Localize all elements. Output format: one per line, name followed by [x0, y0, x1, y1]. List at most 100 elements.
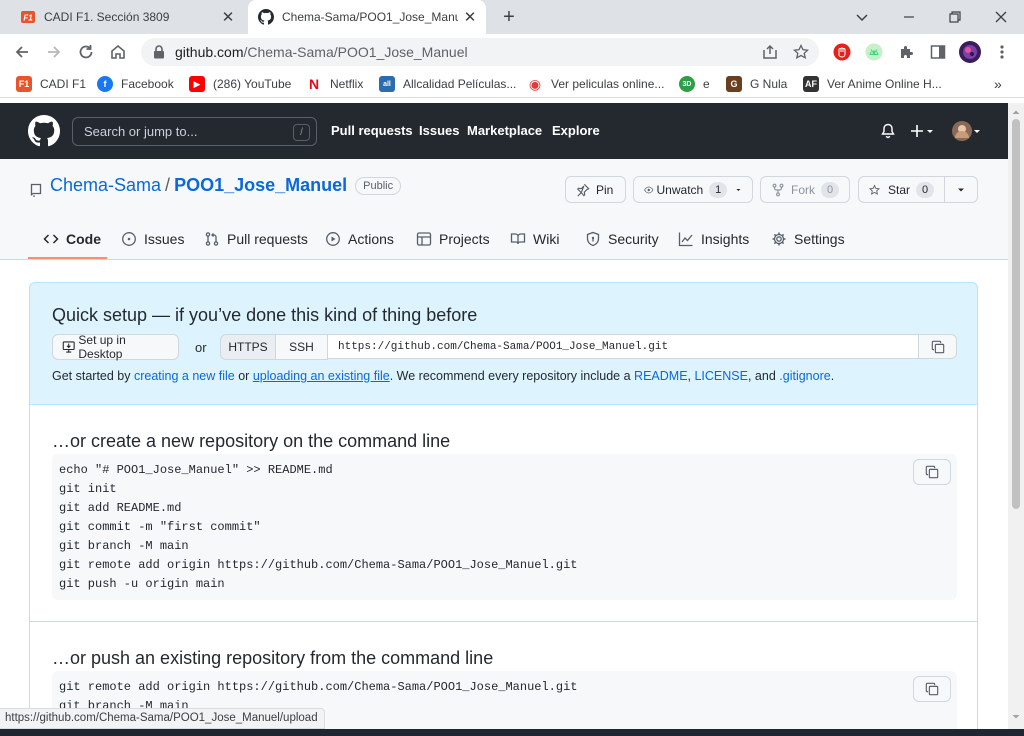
star-list-dropdown[interactable]	[944, 176, 978, 203]
uploading-existing-file-link[interactable]: uploading an existing file	[253, 369, 390, 383]
github-logo-icon[interactable]	[28, 115, 60, 147]
pin-button[interactable]: Pin	[565, 176, 626, 203]
copy-clone-url-button[interactable]	[918, 334, 957, 359]
browser-toolbar: github.com/Chema-Sama/POO1_Jose_Manuel	[0, 34, 1024, 70]
tab-settings[interactable]: Settings	[771, 229, 845, 249]
bookmark-favicon-icon: F1	[16, 76, 32, 92]
browser-tab-github[interactable]: Chema-Sama/POO1_Jose_Manuel ✕	[248, 0, 486, 34]
scrollbar-thumb[interactable]	[1012, 119, 1020, 509]
bookmark-label: Ver Anime Online H...	[827, 77, 942, 91]
copy-push-commands-button[interactable]	[913, 676, 951, 702]
nav-issues[interactable]: Issues	[419, 123, 459, 138]
github-search-input[interactable]: Search or jump to... /	[72, 117, 317, 146]
home-icon[interactable]	[106, 40, 130, 64]
tab-label: Pull requests	[227, 231, 308, 247]
new-tab-plus-icon[interactable]: +	[497, 6, 521, 28]
star-button[interactable]: Star 0	[858, 176, 945, 203]
forward-arrow-icon[interactable]	[42, 40, 66, 64]
bookmark-star-icon[interactable]	[791, 42, 811, 62]
tab-wiki[interactable]: Wiki	[510, 229, 559, 249]
gear-icon	[772, 232, 786, 246]
window-close-icon[interactable]	[990, 6, 1012, 28]
tab-label: Issues	[144, 231, 185, 247]
browser-tab-cadi[interactable]: F1 CADI F1. Sección 3809 ✕	[10, 0, 244, 34]
code-line: git remote add origin https://github.com…	[59, 558, 578, 572]
user-avatar[interactable]	[952, 121, 982, 141]
android-extension-icon[interactable]	[864, 42, 884, 62]
nav-marketplace[interactable]: Marketplace	[467, 123, 542, 138]
page-scrollbar[interactable]	[1008, 103, 1024, 736]
repo-owner-link[interactable]: Chema-Sama	[50, 175, 161, 196]
tab-security[interactable]: Security	[585, 229, 659, 249]
gitignore-link[interactable]: .gitignore	[779, 369, 830, 383]
lock-icon[interactable]	[153, 45, 165, 59]
tab-title: CADI F1. Sección 3809	[44, 10, 170, 24]
create-new-plus-icon[interactable]	[909, 123, 935, 139]
browser-menu-icon[interactable]	[992, 42, 1012, 62]
tab-search-chevron-icon[interactable]	[851, 6, 873, 28]
bookmark-item[interactable]: F1 CADI F1	[16, 75, 86, 93]
bookmark-label: Allcalidad Películas...	[403, 77, 517, 91]
reload-icon[interactable]	[74, 40, 98, 64]
code-line: git init	[59, 482, 117, 496]
os-taskbar-strip	[0, 729, 1024, 736]
close-tab-icon[interactable]: ✕	[220, 9, 236, 26]
back-arrow-icon[interactable]	[10, 40, 34, 64]
more-bookmarks-chevron-icon[interactable]: »	[994, 75, 1002, 93]
tab-insights[interactable]: Insights	[678, 229, 749, 249]
ssh-toggle-button[interactable]: SSH	[275, 334, 328, 360]
star-label: Star	[887, 182, 910, 197]
bookmark-item[interactable]: AF Ver Anime Online H...	[803, 75, 942, 93]
bookmark-item[interactable]: f Facebook	[97, 75, 174, 93]
code-line: git push -u origin main	[59, 577, 225, 591]
bookmark-item[interactable]: G G Nula	[726, 75, 787, 93]
address-bar[interactable]: github.com/Chema-Sama/POO1_Jose_Manuel	[141, 38, 819, 66]
bookmark-item[interactable]: all Allcalidad Películas...	[379, 75, 516, 93]
clone-url-input[interactable]: https://github.com/Chema-Sama/POO1_Jose_…	[327, 334, 919, 359]
tab-actions[interactable]: Actions	[325, 229, 394, 249]
fork-button[interactable]: Fork 0	[760, 176, 850, 203]
caret-down-icon	[958, 188, 964, 191]
restore-icon[interactable]	[944, 6, 966, 28]
minimize-icon[interactable]	[898, 6, 920, 28]
github-favicon-icon	[258, 9, 274, 25]
notifications-bell-icon[interactable]	[880, 123, 896, 139]
adblock-extension-icon[interactable]	[832, 42, 852, 62]
share-icon[interactable]	[760, 42, 780, 62]
scroll-up-arrow-icon[interactable]	[1008, 105, 1024, 119]
caret-down-icon	[736, 188, 741, 191]
tab-code[interactable]: Code	[43, 229, 101, 249]
link-status-bar: https://github.com/Chema-Sama/POO1_Jose_…	[0, 708, 325, 729]
scroll-down-arrow-icon[interactable]	[1008, 710, 1024, 724]
bookmark-item[interactable]: ▶ (286) YouTube	[189, 75, 291, 93]
bookmark-label: Facebook	[121, 77, 174, 91]
license-link[interactable]: LICENSE	[694, 369, 748, 383]
unwatch-button[interactable]: Unwatch 1	[633, 176, 753, 203]
bookmark-item[interactable]: ◉ Ver peliculas online...	[527, 75, 664, 93]
fork-label: Fork	[791, 182, 815, 197]
bookmark-favicon-icon: all	[379, 76, 395, 92]
tab-title: Chema-Sama/POO1_Jose_Manuel	[282, 10, 458, 24]
address-bar-url: github.com/Chema-Sama/POO1_Jose_Manuel	[175, 44, 468, 60]
tab-issues[interactable]: Issues	[121, 229, 184, 249]
nav-pull-requests[interactable]: Pull requests	[331, 123, 413, 138]
bookmark-favicon-icon: ▶	[189, 76, 205, 92]
bookmark-favicon-icon: ◉	[527, 75, 543, 92]
play-circle-icon	[326, 232, 340, 246]
setup-in-desktop-button[interactable]: Set up in Desktop	[52, 333, 179, 361]
extensions-puzzle-icon[interactable]	[896, 42, 916, 62]
side-panel-icon[interactable]	[928, 42, 948, 62]
nav-explore[interactable]: Explore	[552, 123, 600, 138]
close-tab-icon[interactable]: ✕	[462, 9, 478, 26]
copy-create-commands-button[interactable]	[913, 459, 951, 485]
repo-name-link[interactable]: POO1_Jose_Manuel	[174, 175, 347, 196]
bookmark-item[interactable]: N Netflix	[306, 75, 363, 93]
readme-link[interactable]: README	[634, 369, 687, 383]
https-toggle-button[interactable]: HTTPS	[220, 334, 276, 360]
tab-pull-requests[interactable]: Pull requests	[204, 229, 308, 249]
bookmark-item[interactable]: 3D e	[679, 75, 710, 93]
tab-projects[interactable]: Projects	[416, 229, 490, 249]
profile-avatar-icon[interactable]	[958, 40, 982, 64]
code-line: echo "# POO1_Jose_Manuel" >> README.md	[59, 463, 333, 477]
creating-new-file-link[interactable]: creating a new file	[134, 369, 235, 383]
